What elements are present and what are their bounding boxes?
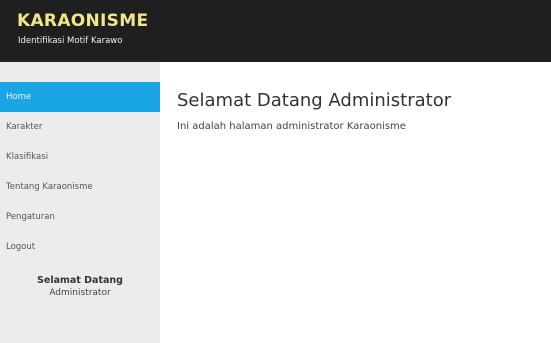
page: KARAONISME Identifikasi Motif Karawo Hom… xyxy=(0,0,551,343)
sidebar-item-label: Karakter xyxy=(6,122,43,132)
sidebar-nav: Home Karakter Klasifikasi Tentang Karaon… xyxy=(0,82,160,262)
sidebar-item-logout[interactable]: Logout xyxy=(0,232,160,262)
sidebar-item-karakter[interactable]: Karakter xyxy=(0,112,160,142)
page-description: Ini adalah halaman administrator Karaoni… xyxy=(177,121,406,132)
sidebar-item-label: Logout xyxy=(6,242,36,252)
sidebar-item-label: Tentang Karaonisme xyxy=(6,182,93,192)
sidebar-item-klasifikasi[interactable]: Klasifikasi xyxy=(0,142,160,172)
brand-title[interactable]: KARAONISME xyxy=(17,10,148,32)
sidebar-item-label: Klasifikasi xyxy=(6,152,49,162)
top-header: KARAONISME Identifikasi Motif Karawo xyxy=(0,0,551,62)
sidebar-welcome: Selamat Datang Administrator xyxy=(0,274,160,300)
sidebar-item-label: Home xyxy=(6,92,32,102)
sidebar: Home Karakter Klasifikasi Tentang Karaon… xyxy=(0,62,160,343)
sidebar-item-tentang-karaonisme[interactable]: Tentang Karaonisme xyxy=(0,172,160,202)
welcome-username: Administrator xyxy=(49,288,111,298)
page-title: Selamat Datang Administrator xyxy=(177,90,452,111)
brand-subtitle: Identifikasi Motif Karawo xyxy=(18,36,123,46)
sidebar-item-label: Pengaturan xyxy=(6,212,55,222)
sidebar-item-pengaturan[interactable]: Pengaturan xyxy=(0,202,160,232)
welcome-heading: Selamat Datang xyxy=(37,275,123,286)
sidebar-item-home[interactable]: Home xyxy=(0,82,160,112)
